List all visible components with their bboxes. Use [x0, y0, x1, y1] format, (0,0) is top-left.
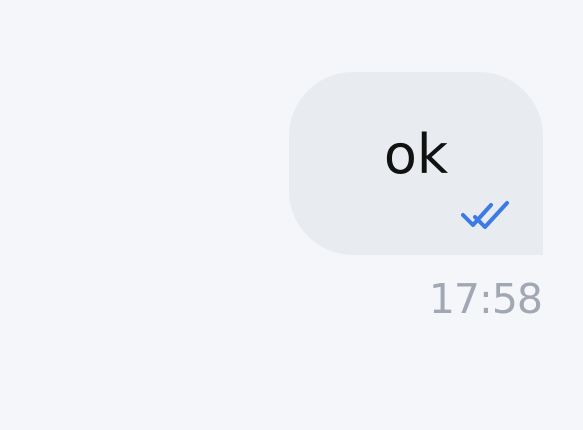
double-check-icon [461, 201, 509, 229]
message-text: ok [383, 123, 449, 186]
chat-thread: ok 17:58 [0, 0, 583, 430]
outgoing-message-bubble[interactable]: ok [289, 72, 543, 255]
message-timestamp: 17:58 [428, 275, 543, 323]
